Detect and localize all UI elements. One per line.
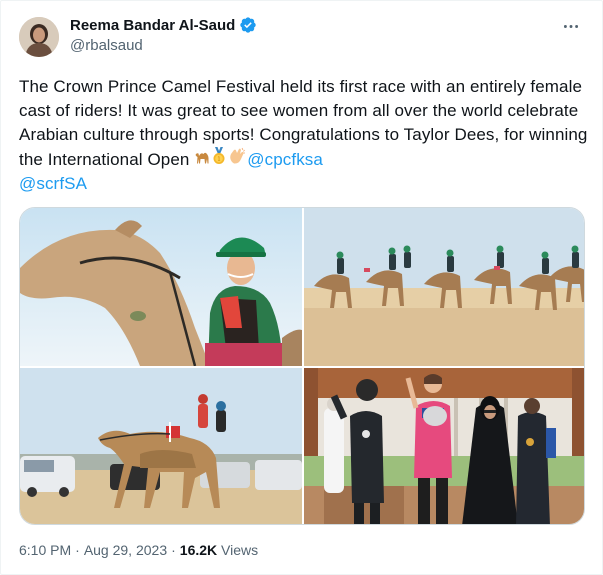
- meta-separator: ·: [75, 542, 80, 558]
- media-grid: [19, 207, 585, 525]
- photo-podium-winners[interactable]: [304, 368, 584, 524]
- tweet-meta: 6:10 PM · Aug 29, 2023 · 16.2K Views: [19, 542, 258, 558]
- meta-separator: ·: [171, 542, 176, 558]
- camel-emoji: [194, 150, 211, 170]
- views-label: Views: [221, 542, 259, 558]
- more-horizontal-icon: [563, 24, 579, 28]
- verified-badge-icon: [239, 16, 257, 34]
- photo-camel-race-jockeys[interactable]: [20, 368, 302, 524]
- more-options-button[interactable]: [560, 17, 582, 35]
- clapping-hands-emoji: [227, 147, 247, 170]
- svg-text:1: 1: [218, 157, 221, 163]
- author-block: Reema Bandar Al-Saud @rbalsaud: [70, 16, 257, 54]
- gold-medal-emoji: 1: [211, 147, 227, 170]
- tweet-card[interactable]: Reema Bandar Al-Saud @rbalsaud The Crown…: [0, 0, 603, 575]
- tweet-text: The Crown Prince Camel Festival held its…: [19, 75, 589, 196]
- tweet-time[interactable]: 6:10 PM: [19, 542, 71, 558]
- tweet-date[interactable]: Aug 29, 2023: [84, 542, 167, 558]
- photo-camel-race-group[interactable]: [304, 208, 584, 366]
- views-count: 16.2K: [179, 542, 218, 558]
- mention-scrfsa[interactable]: @scrfSA: [19, 174, 87, 193]
- mention-cpcfksa[interactable]: @cpcfksa: [247, 150, 323, 169]
- author-handle[interactable]: @rbalsaud: [70, 37, 257, 54]
- avatar[interactable]: [19, 17, 59, 57]
- photo-rider-closeup[interactable]: [20, 208, 302, 366]
- author-name[interactable]: Reema Bandar Al-Saud: [70, 17, 235, 34]
